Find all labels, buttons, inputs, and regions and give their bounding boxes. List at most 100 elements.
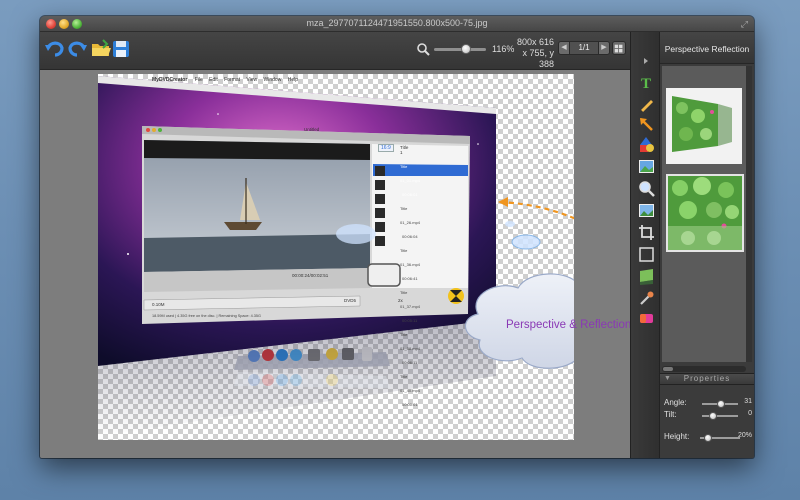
inner-window-title: Untitled [304,127,320,132]
clip-duration: 00:05:11 [402,318,418,323]
edited-image[interactable] [98,74,574,440]
artboard[interactable]: Perspective & Reflection [98,74,631,440]
image-tool-icon[interactable] [638,158,655,175]
height-slider-thumb[interactable] [704,434,712,442]
magnifier-tool-icon[interactable] [638,180,655,197]
inner-format-select: DVD5 [344,298,357,303]
tilt-slider[interactable] [702,412,738,420]
inner-aspect-button: 16:9 [378,144,394,152]
properties-title: Properties [683,374,731,383]
disclosure-triangle-icon[interactable]: ▼ [664,374,672,384]
svg-text:T: T [641,76,651,91]
inner-clip-list: Title 01_01.mp4 00:06:01 Title 01_26.mp4… [400,160,420,412]
clip-item: Title 01_37.mp4 00:05:11 [400,286,420,328]
color-tool-icon[interactable] [638,310,655,327]
clip-name: Title 01_01.mp4 [400,164,421,183]
perspective-tool-icon[interactable] [638,268,655,285]
inner-menu-format: Format [224,77,240,83]
clip-item: Title 01_40.mp4 00:00:01 [400,370,420,412]
inner-menu-help: Help [287,77,299,83]
angle-slider-thumb[interactable] [716,400,725,408]
clip-item: Title 01_01.mp4 00:06:01 [400,160,420,202]
shapes-tool-icon[interactable] [638,136,655,153]
effect-thumbnails [662,66,746,362]
reflection-preview [668,176,742,250]
reflection-thumbnail[interactable] [666,174,744,252]
inner-speed-select: 2x [398,298,403,303]
tilt-label: Tilt: [664,410,677,419]
cursor-position: x 755, y 388 [522,48,554,69]
clip-name: Title 01_40.mp4 [400,374,421,393]
properties-header[interactable]: ▼ Properties [660,373,754,385]
height-slider[interactable] [700,434,740,442]
angle-row: Angle: 31 [664,398,752,410]
image-info: 800x 616 x 755, y 388 [510,37,554,70]
inner-menu-app: MyDVDCreator [152,77,188,83]
perspective-reflection-tab[interactable]: Perspective Reflection [660,32,754,64]
page-navigator: ◀ 1/1 ▶ [558,41,610,55]
height-row: Height: 20% [664,432,752,444]
undo-icon[interactable] [44,38,66,60]
inner-status-text: 18.59M used | 4.35G free on the disc. | … [152,314,261,318]
open-folder-icon[interactable] [90,38,112,60]
perspective-preview [668,90,740,162]
title-bar[interactable]: mza_2977071124471951550.800x500-75.jpg ⤢ [40,16,754,32]
clip-duration: 00:00:01 [402,402,418,407]
inner-menu-bar: MyDVDCreator File Edit Format View Windo… [152,77,298,83]
tilt-slider-thumb[interactable] [708,412,717,420]
thumbnail-scroll-knob[interactable] [663,367,673,371]
clip-name: Title 01_26.mp4 [400,206,421,225]
inner-progress-text: 0.10M [152,302,165,307]
inner-menu-edit: Edit [209,77,218,83]
grid-icon [614,44,623,53]
canvas-area[interactable]: Perspective & Reflection [40,70,631,458]
image-size: 800x 616 [516,37,554,47]
grid-view-button[interactable] [612,41,626,55]
clip-duration: 00:06:41 [402,276,418,281]
previous-page-button[interactable]: ◀ [558,41,570,55]
angle-label: Angle: [664,398,687,407]
fullscreen-icon[interactable]: ⤢ [741,19,748,30]
crop-tool-icon[interactable] [638,224,655,241]
height-value: 20% [737,432,752,439]
angle-slider[interactable] [702,400,738,408]
inner-tab-label: Title 1 [400,145,409,155]
angle-value: 31 [744,398,752,405]
redo-icon[interactable] [66,38,88,60]
arrow-tool-icon[interactable] [638,116,655,133]
tilt-value: 0 [748,410,752,417]
right-panel: Perspective Reflection ▼ Properties Angl… [660,32,754,458]
clip-name: Title 01_37.mp4 [400,290,421,309]
inner-menu-window: Window [263,77,282,83]
perspective-thumbnail[interactable] [666,88,742,164]
clip-duration: 00:06:01 [402,192,418,197]
clip-item: Title 01_36.mp4 00:06:41 [400,244,420,286]
thumbnail-scrollbar[interactable] [746,66,752,362]
eyedropper-tool-icon[interactable] [638,290,655,307]
thumbnail-horizontal-scrollbar[interactable] [662,366,746,372]
window-title: mza_2977071124471951550.800x500-75.jpg [306,18,488,28]
zoom-slider[interactable] [434,44,486,54]
app-window: mza_2977071124471951550.800x500-75.jpg ⤢ [40,16,754,458]
clip-item: Title 01_26.mp4 00:06:04 [400,202,420,244]
pencil-tool-icon[interactable] [638,96,655,113]
inner-menu-file: File [194,77,203,83]
clip-name: Title 01_36.mp4 [400,248,421,267]
collapse-arrow-icon[interactable] [641,56,651,66]
next-page-button[interactable]: ▶ [598,41,610,55]
clip-duration: 00:06:04 [402,234,418,239]
text-tool-icon[interactable]: T [638,74,655,91]
tilt-row: Tilt: 0 [664,410,752,422]
mydvd-window [142,126,470,324]
zoom-icon [417,43,430,56]
inner-menu-view: View [246,77,258,83]
clip-item: Title 01_38.mp4 00:06:11 [400,328,420,370]
picture-tool-icon[interactable] [638,202,655,219]
clip-duration: 00:06:11 [402,360,418,365]
zoom-slider-thumb[interactable] [461,44,472,54]
rectangle-tool-icon[interactable] [638,246,655,263]
highlight-oval [511,234,541,250]
height-label: Height: [664,432,690,441]
save-icon[interactable] [110,38,132,60]
clip-name: Title 01_38.mp4 [400,332,421,351]
